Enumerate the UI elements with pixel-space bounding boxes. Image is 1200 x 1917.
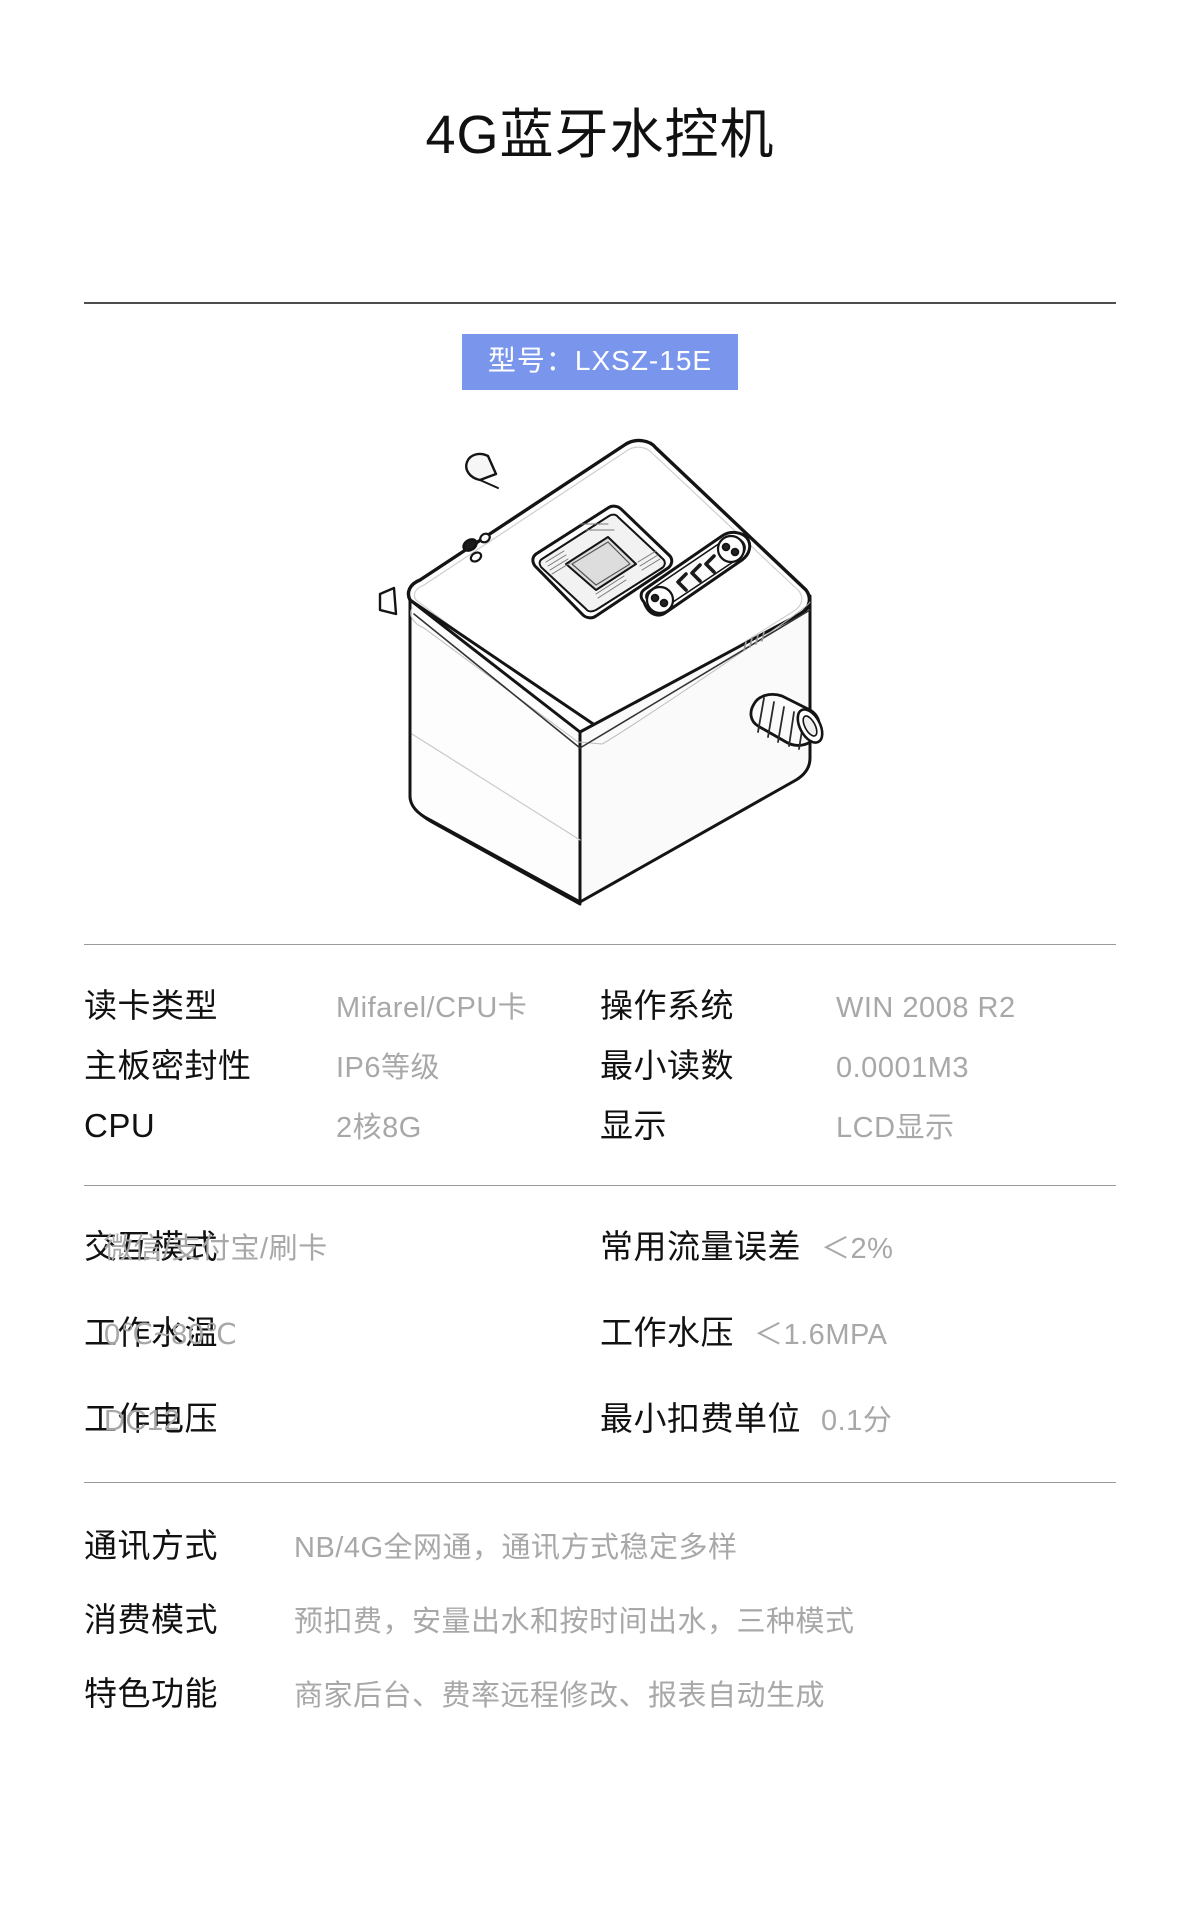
spec-value: 2核8G xyxy=(336,1112,422,1144)
spec-value: 0.0001M3 xyxy=(836,1052,969,1084)
spec-row: CPU 2核8G 显示 LCD显示 xyxy=(84,1109,1116,1143)
title-divider xyxy=(84,302,1116,304)
spec-item-flow-error: 常用流量误差 ＜2% xyxy=(600,1230,1116,1264)
spec-item-display: 显示 LCD显示 xyxy=(600,1109,1116,1143)
spec-row: 工作水温 0℃~80℃ 工作水压 ＜1.6MPA xyxy=(84,1316,1116,1350)
spec-value: 0.1分 xyxy=(821,1405,893,1437)
spec-table: 读卡类型 Mifarel/CPU卡 操作系统 WIN 2008 R2 主板密封性… xyxy=(84,945,1116,1741)
spec-item-water-temperature: 工作水温 0℃~80℃ xyxy=(84,1314,238,1351)
spec-label: 特色功能 xyxy=(84,1675,218,1712)
spec-row: 读卡类型 Mifarel/CPU卡 操作系统 WIN 2008 R2 xyxy=(84,989,1116,1023)
spec-block-2: 交互模式 微信/支付宝/刷卡 常用流量误差 ＜2% 工作水温 0℃~80℃ 工作… xyxy=(84,1186,1116,1482)
spec-value: 预扣费，安量出水和按时间出水，三种模式 xyxy=(294,1606,855,1638)
spec-value: ＜2% xyxy=(821,1233,894,1265)
spec-label: CPU xyxy=(84,1107,156,1144)
spec-item-consumption-mode: 消费模式 预扣费，安量出水和按时间出水，三种模式 xyxy=(84,1603,1116,1637)
spec-value: 商家后台、费率远程修改、报表自动生成 xyxy=(294,1680,826,1712)
spec-value: LCD显示 xyxy=(836,1112,955,1144)
spec-label: 读卡类型 xyxy=(84,987,218,1024)
spec-block-3: 通讯方式 NB/4G全网通，通讯方式稳定多样 消费模式 预扣费，安量出水和按时间… xyxy=(84,1483,1116,1741)
product-image xyxy=(0,404,1200,944)
spec-value: ＜1.6MPA xyxy=(754,1319,888,1351)
spec-item-operating-system: 操作系统 WIN 2008 R2 xyxy=(600,989,1116,1023)
spec-value: IP6等级 xyxy=(336,1052,441,1084)
spec-item-read-card-type: 读卡类型 Mifarel/CPU卡 xyxy=(84,989,600,1023)
spec-value: Mifarel/CPU卡 xyxy=(336,992,528,1024)
spec-value: NB/4G全网通，通讯方式稳定多样 xyxy=(294,1532,738,1564)
spec-item-board-sealing: 主板密封性 IP6等级 xyxy=(84,1049,600,1083)
spec-row: 通讯方式 NB/4G全网通，通讯方式稳定多样 xyxy=(84,1529,1116,1563)
model-badge-row: 型号：LXSZ-15E xyxy=(0,334,1200,390)
spec-value: 微信/支付宝/刷卡 xyxy=(104,1233,328,1265)
spec-label: 主板密封性 xyxy=(84,1047,252,1084)
spec-item-working-voltage: 工作电压 DC12 xyxy=(84,1400,218,1437)
product-detail-page: 4G蓝牙水控机 型号：LXSZ-15E 读卡类型 Mifarel/CPU卡 操作… xyxy=(0,0,1200,1917)
spec-row: 特色功能 商家后台、费率远程修改、报表自动生成 xyxy=(84,1677,1116,1711)
spec-item-special-features: 特色功能 商家后台、费率远程修改、报表自动生成 xyxy=(84,1677,1116,1711)
spec-value: 0℃~80℃ xyxy=(104,1319,238,1351)
spec-label: 最小读数 xyxy=(600,1047,734,1084)
water-controller-line-drawing xyxy=(378,438,824,906)
spec-label: 显示 xyxy=(600,1107,667,1144)
spec-item-interaction-mode: 交互模式 微信/支付宝/刷卡 xyxy=(84,1228,328,1265)
spec-item-cpu: CPU 2核8G xyxy=(84,1109,600,1143)
spec-label: 工作水压 xyxy=(600,1314,734,1351)
spec-label: 操作系统 xyxy=(600,987,734,1024)
spec-value: WIN 2008 R2 xyxy=(836,992,1016,1024)
spec-label: 常用流量误差 xyxy=(600,1228,801,1265)
model-badge: 型号：LXSZ-15E xyxy=(461,334,739,390)
spec-item-min-billing-unit: 最小扣费单位 0.1分 xyxy=(600,1402,1116,1436)
spec-item-min-reading: 最小读数 0.0001M3 xyxy=(600,1049,1116,1083)
spec-label: 消费模式 xyxy=(84,1601,218,1638)
spec-row: 消费模式 预扣费，安量出水和按时间出水，三种模式 xyxy=(84,1603,1116,1637)
spec-item-water-pressure: 工作水压 ＜1.6MPA xyxy=(600,1316,1116,1350)
spec-row: 主板密封性 IP6等级 最小读数 0.0001M3 xyxy=(84,1049,1116,1083)
spec-block-1: 读卡类型 Mifarel/CPU卡 操作系统 WIN 2008 R2 主板密封性… xyxy=(84,945,1116,1185)
page-title: 4G蓝牙水控机 xyxy=(425,105,775,165)
spec-value: DC12 xyxy=(104,1405,181,1437)
spec-label: 通讯方式 xyxy=(84,1527,218,1564)
spec-row: 交互模式 微信/支付宝/刷卡 常用流量误差 ＜2% xyxy=(84,1230,1116,1264)
spec-label: 最小扣费单位 xyxy=(600,1400,801,1437)
spec-row: 工作电压 DC12 最小扣费单位 0.1分 xyxy=(84,1402,1116,1436)
spec-item-communication: 通讯方式 NB/4G全网通，通讯方式稳定多样 xyxy=(84,1529,1116,1563)
